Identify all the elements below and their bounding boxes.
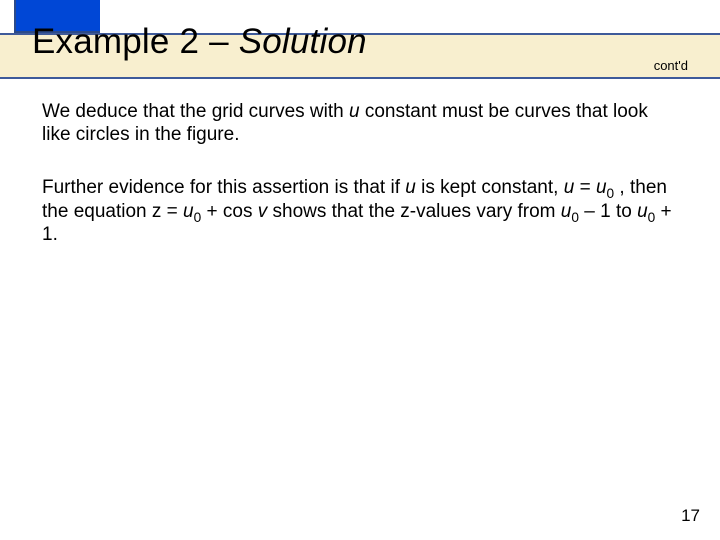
body-text: We deduce that the grid curves with u co… xyxy=(42,100,674,276)
var-u: u xyxy=(564,177,575,198)
text-run: + cos xyxy=(201,201,258,222)
text-run: shows that the z-values vary from xyxy=(267,201,561,222)
text-run: Further evidence for this assertion is t… xyxy=(42,177,405,198)
var-u: u xyxy=(637,201,648,222)
text-run: We deduce that the grid curves with xyxy=(42,101,349,122)
text-run: – 1 to xyxy=(579,201,637,222)
slide-title: Example 2 – Solution xyxy=(32,22,367,62)
var-u: u xyxy=(183,201,194,222)
page-number: 17 xyxy=(681,506,700,526)
subscript: 0 xyxy=(607,186,615,201)
var-u: u xyxy=(405,177,416,198)
var-u: u xyxy=(349,101,360,122)
text-run: is kept constant, xyxy=(416,177,564,198)
var-u: u xyxy=(561,201,572,222)
title-solution: Solution xyxy=(239,22,367,61)
text-run: = xyxy=(574,177,596,198)
var-v: v xyxy=(258,201,268,222)
paragraph-2: Further evidence for this assertion is t… xyxy=(42,176,674,246)
subscript: 0 xyxy=(571,209,579,224)
title-example: Example 2 – xyxy=(32,22,239,61)
paragraph-1: We deduce that the grid curves with u co… xyxy=(42,100,674,146)
continued-marker: cont'd xyxy=(654,58,688,73)
slide: Example 2 – Solution cont'd We deduce th… xyxy=(0,0,720,540)
var-u: u xyxy=(596,177,607,198)
